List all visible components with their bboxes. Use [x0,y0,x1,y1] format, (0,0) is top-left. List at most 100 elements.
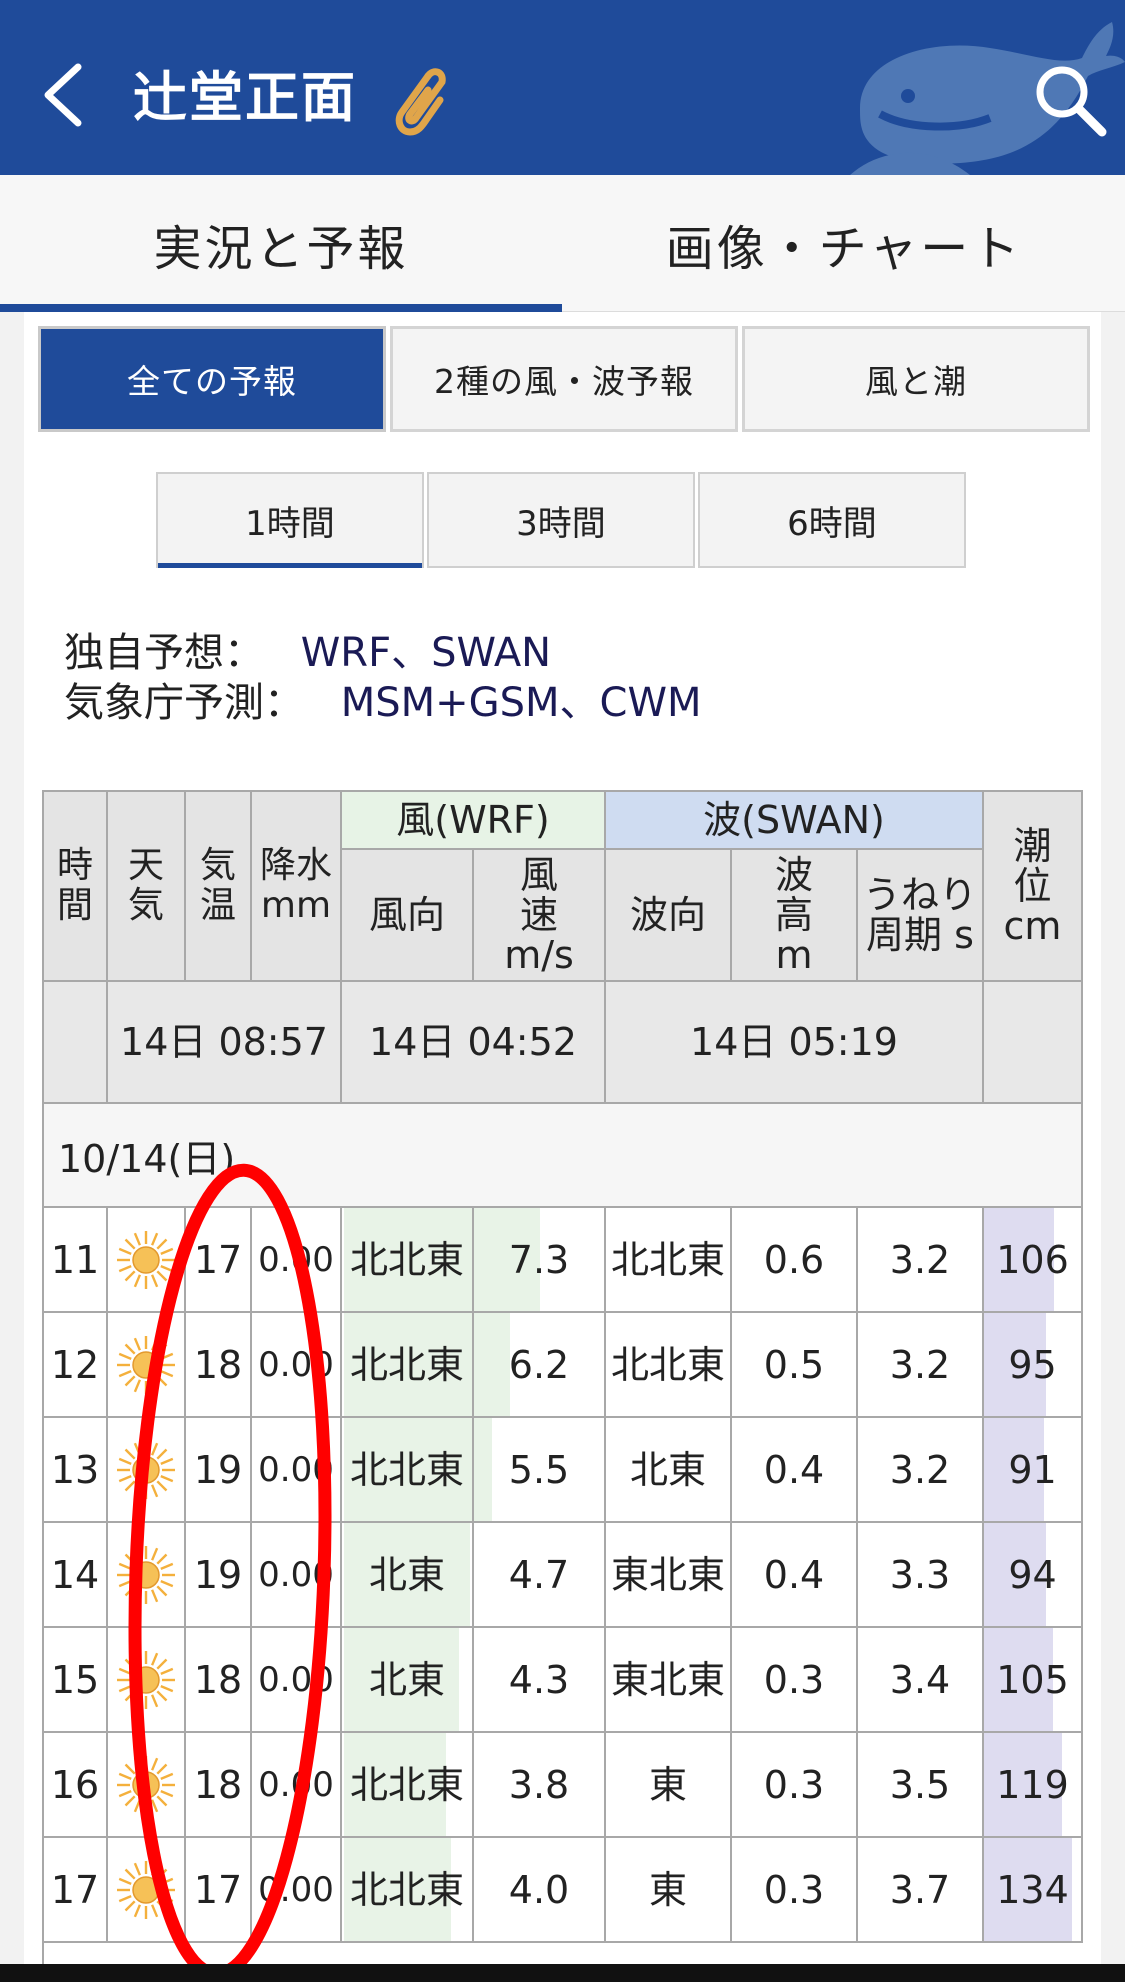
model-jma-label: 気象庁予測： [64,680,304,726]
forecast-table: 時間 天気 気温 降水mm 風(WRF) 風向 風速m/s 波(SWAN) 波向… [42,790,1083,1982]
left-margin [0,312,24,1982]
sun-icon [117,1335,175,1394]
updated-wind: 14日 04:52 [342,982,606,1104]
cell-hour: 17 [44,1838,108,1943]
cell-wind-speed: 3.8 [474,1733,606,1838]
subtab-wind-wave[interactable]: 2種の風・波予報 [390,326,738,432]
cell-weather [108,1418,186,1523]
cell-tide: 134 [984,1838,1083,1943]
sun-icon [117,1545,175,1604]
header-wind-group: 風(WRF) [342,792,606,850]
cell-swell-period: 3.4 [858,1628,984,1733]
cell-wave-height: 0.3 [732,1628,858,1733]
model-own-value: WRF、SWAN [300,630,552,676]
cell-wave-dir: 東北東 [606,1523,732,1628]
cell-temp: 19 [186,1418,252,1523]
cell-wave-height: 0.6 [732,1208,858,1313]
interval-3h[interactable]: 3時間 [427,472,695,568]
cell-wind-speed: 6.2 [474,1313,606,1418]
cell-precip: 0.00 [252,1838,342,1943]
header-wind-speed: 風速m/s [474,850,606,982]
chevron-left-icon[interactable] [36,55,96,135]
cell-hour: 15 [44,1628,108,1733]
date-row: 10/14(日) [44,1104,1083,1208]
cell-wave-dir: 東北東 [606,1628,732,1733]
cell-swell-period: 3.2 [858,1208,984,1313]
app-header: 辻堂正面 [0,0,1125,175]
cell-wind-dir: 北北東 [342,1418,474,1523]
subtab-wind-tide[interactable]: 風と潮 [742,326,1090,432]
cell-precip: 0.00 [252,1418,342,1523]
header-time: 時間 [44,792,108,982]
cell-wind-speed: 5.5 [474,1418,606,1523]
cell-swell-period: 3.2 [858,1418,984,1523]
header-wave-group: 波(SWAN) [606,792,984,850]
cell-wind-dir: 北北東 [342,1838,474,1943]
cell-wave-height: 0.4 [732,1523,858,1628]
paperclip-icon[interactable] [384,62,448,142]
cell-wind-dir: 北北東 [342,1733,474,1838]
cell-tide: 119 [984,1733,1083,1838]
model-info-jma: 気象庁予測： MSM+GSM、CWM [64,678,702,728]
right-margin [1101,312,1125,1982]
cell-hour: 11 [44,1208,108,1313]
cell-hour: 13 [44,1418,108,1523]
cell-precip: 0.00 [252,1313,342,1418]
cell-swell-period: 3.3 [858,1523,984,1628]
sun-icon [117,1440,175,1499]
sun-icon [117,1650,175,1709]
cell-wave-height: 0.3 [732,1838,858,1943]
cell-tide: 95 [984,1313,1083,1418]
cell-temp: 17 [186,1838,252,1943]
cell-precip: 0.00 [252,1733,342,1838]
cell-wind-speed: 4.0 [474,1838,606,1943]
subtab-all-forecasts[interactable]: 全ての予報 [38,326,386,432]
bottom-edge [0,1964,1125,1982]
cell-hour: 12 [44,1313,108,1418]
header-weather: 天気 [108,792,186,982]
date-label: 10/14(日) [58,1136,236,1181]
cell-temp: 18 [186,1733,252,1838]
cell-wave-dir: 東 [606,1733,732,1838]
interval-6h[interactable]: 6時間 [698,472,966,568]
tab-live-forecast[interactable]: 実況と予報 [0,175,562,312]
cell-tide: 105 [984,1628,1083,1733]
cell-wind-dir: 北東 [342,1628,474,1733]
cell-swell-period: 3.2 [858,1313,984,1418]
cell-wind-dir: 北東 [342,1523,474,1628]
updated-weather: 14日 08:57 [108,982,342,1104]
cell-wave-height: 0.4 [732,1418,858,1523]
cell-tide: 91 [984,1418,1083,1523]
cell-precip: 0.00 [252,1523,342,1628]
cell-precip: 0.00 [252,1208,342,1313]
cell-tide: 94 [984,1523,1083,1628]
cell-weather [108,1313,186,1418]
cell-wave-dir: 北東 [606,1418,732,1523]
cell-temp: 19 [186,1523,252,1628]
cell-hour: 14 [44,1523,108,1628]
cell-tide: 106 [984,1208,1083,1313]
cell-wave-dir: 東 [606,1838,732,1943]
cell-wave-height: 0.5 [732,1313,858,1418]
cell-wind-speed: 4.7 [474,1523,606,1628]
interval-1h[interactable]: 1時間 [156,472,424,568]
cell-wind-speed: 4.3 [474,1628,606,1733]
updated-tide-empty [984,982,1083,1104]
cell-wave-dir: 北北東 [606,1208,732,1313]
cell-temp: 17 [186,1208,252,1313]
sun-icon [117,1230,175,1289]
cell-weather [108,1838,186,1943]
search-icon[interactable] [1030,60,1110,140]
cell-temp: 18 [186,1628,252,1733]
cell-hour: 16 [44,1733,108,1838]
cell-swell-period: 3.7 [858,1838,984,1943]
tab-images-charts[interactable]: 画像・チャート [563,175,1125,312]
header-swell-period: うねり周期 s [858,850,984,982]
cell-weather [108,1733,186,1838]
cell-weather [108,1628,186,1733]
page-title: 辻堂正面 [133,66,357,129]
header-wave-dir: 波向 [606,850,732,982]
cell-temp: 18 [186,1313,252,1418]
forecast-content: 全ての予報 2種の風・波予報 風と潮 1時間 3時間 6時間 独自予想： WRF… [24,312,1101,1982]
header-precip: 降水mm [252,792,342,982]
